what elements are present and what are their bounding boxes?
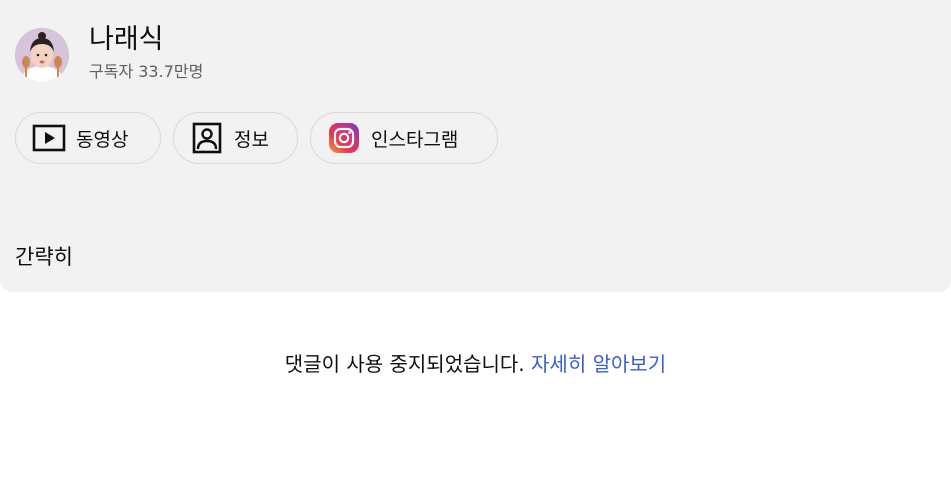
channel-avatar[interactable] [15, 28, 69, 82]
play-box-icon [32, 121, 66, 155]
instagram-chip-label: 인스타그램 [371, 128, 459, 151]
subscriber-count: 구독자 33.7만명 [89, 62, 204, 81]
videos-chip[interactable]: 동영상 [15, 112, 161, 164]
instagram-icon [327, 121, 361, 155]
channel-name[interactable]: 나래식 [89, 24, 164, 56]
comments-disabled-message: 댓글이 사용 중지되었습니다. 자세히 알아보기 [0, 350, 951, 378]
show-less-button[interactable]: 간략히 [15, 244, 73, 270]
comments-disabled-text: 댓글이 사용 중지되었습니다. [284, 352, 525, 376]
instagram-chip[interactable]: 인스타그램 [310, 112, 498, 164]
channel-description-panel: 나래식 구독자 33.7만명 동영상 정보 인스타그램 간략히 [0, 0, 951, 292]
portrait-icon [190, 121, 224, 155]
about-chip-label: 정보 [234, 128, 269, 151]
about-chip[interactable]: 정보 [173, 112, 298, 164]
learn-more-link[interactable]: 자세히 알아보기 [531, 352, 666, 376]
videos-chip-label: 동영상 [76, 128, 129, 151]
